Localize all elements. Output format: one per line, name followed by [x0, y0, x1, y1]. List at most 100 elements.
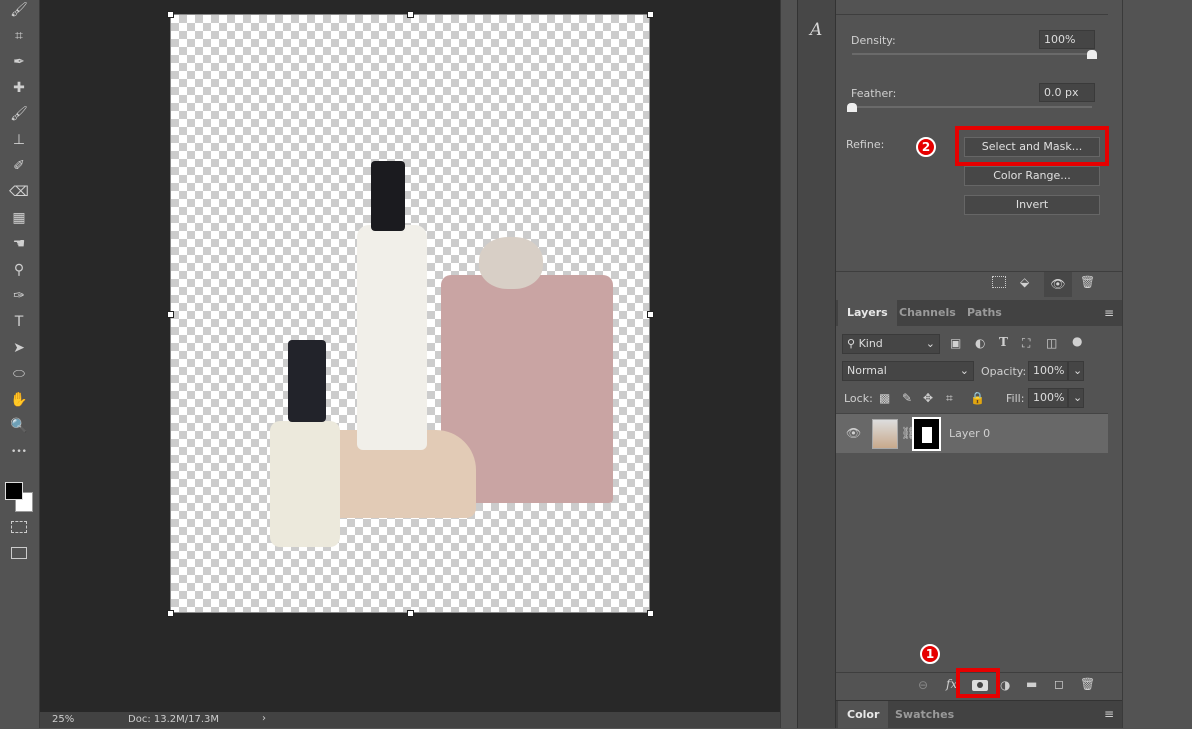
transform-handle[interactable]: [647, 311, 654, 318]
tab-layers[interactable]: Layers: [838, 300, 897, 326]
load-selection-icon[interactable]: [992, 276, 1006, 288]
panel-menu-icon[interactable]: ≡: [1104, 306, 1114, 320]
more-icon[interactable]: •••: [8, 442, 30, 462]
screen-mode-icon[interactable]: [11, 547, 27, 559]
shape-filter-icon[interactable]: ⛶: [1022, 336, 1030, 351]
smart-object-filter-icon[interactable]: ◫: [1046, 336, 1057, 350]
feather-slider-thumb[interactable]: [847, 103, 857, 112]
blend-mode-select[interactable]: Normal ⌄: [842, 361, 974, 381]
step-2-badge: 2: [916, 137, 936, 157]
eye-icon[interactable]: 👁: [1044, 272, 1072, 297]
tall-bottle: [357, 225, 427, 450]
zoom-level[interactable]: 25%: [52, 714, 74, 725]
lock-image-icon[interactable]: ✎: [902, 391, 912, 405]
canvas-area[interactable]: [40, 0, 780, 712]
smudge-icon[interactable]: ☚: [8, 234, 30, 254]
type-filter-icon[interactable]: T: [999, 335, 1008, 349]
highlight-box: [956, 668, 1000, 698]
pen-icon[interactable]: ✑: [8, 286, 30, 306]
tab-swatches[interactable]: Swatches: [886, 701, 963, 729]
transform-handle[interactable]: [647, 610, 654, 617]
layers-panel: Layers Channels Paths ≡ ⚲ Kind ⌄ ▣ ◐ T ⛶ …: [836, 300, 1122, 700]
pixel-filter-icon[interactable]: ▣: [950, 336, 961, 350]
transform-handle[interactable]: [407, 11, 414, 18]
color-panel-tabs: Color Swatches ≡: [836, 700, 1122, 729]
lock-transparent-icon[interactable]: ▩: [879, 391, 890, 405]
lock-artboard-icon[interactable]: ⌗: [946, 391, 953, 406]
highlight-box: [955, 126, 1109, 166]
brush-icon[interactable]: 🖌: [8, 0, 30, 20]
tab-channels[interactable]: Channels: [890, 300, 965, 326]
layer-row[interactable]: 👁 ⛓ Layer 0: [836, 413, 1108, 453]
new-layer-icon[interactable]: ◻: [1054, 677, 1064, 691]
transform-handle[interactable]: [647, 11, 654, 18]
lock-all-icon[interactable]: 🔒: [970, 391, 985, 405]
fill-input[interactable]: 100%: [1028, 388, 1068, 408]
adjustment-filter-icon[interactable]: ◐: [975, 336, 985, 350]
hand-icon[interactable]: ✋: [8, 390, 30, 410]
opacity-dropdown[interactable]: ⌄: [1068, 361, 1084, 381]
eye-icon[interactable]: 👁: [846, 426, 861, 440]
transform-handle[interactable]: [167, 610, 174, 617]
density-slider[interactable]: [852, 53, 1092, 55]
opacity-input[interactable]: 100%: [1028, 361, 1068, 381]
stone: [479, 237, 543, 289]
color-range-button[interactable]: Color Range...: [964, 166, 1100, 186]
trash-icon[interactable]: 🗑: [1080, 677, 1095, 691]
transform-handle[interactable]: [167, 11, 174, 18]
step-1-badge: 1: [920, 644, 940, 664]
lock-label: Lock:: [844, 392, 873, 405]
small-bottle-cap: [288, 340, 326, 422]
layer-name[interactable]: Layer 0: [949, 427, 990, 440]
invert-button[interactable]: Invert: [964, 195, 1100, 215]
crop-icon[interactable]: ⌗: [8, 26, 30, 46]
quick-mask-icon[interactable]: [11, 521, 27, 533]
vertical-scrollbar[interactable]: [780, 0, 797, 728]
eraser-icon[interactable]: ⌫: [8, 182, 30, 202]
document-canvas[interactable]: [167, 11, 654, 617]
history-brush-icon[interactable]: ✐: [8, 156, 30, 176]
tools-panel: 🖌 ⌗ ✒ ✚ 🖌 ⊥ ✐ ⌫ ▦ ☚ ⚲ ✑ T ➤ ⬭ ✋ 🔍 •••: [0, 0, 40, 728]
fill-dropdown[interactable]: ⌄: [1068, 388, 1084, 408]
zoom-icon[interactable]: 🔍: [8, 416, 30, 436]
ellipse-icon[interactable]: ⬭: [8, 364, 30, 384]
dodge-icon[interactable]: ⚲: [8, 260, 30, 280]
feather-label: Feather:: [851, 87, 897, 100]
chevron-down-icon: ⌄: [959, 364, 969, 377]
panel-dock-edge: [1122, 0, 1192, 728]
path-select-icon[interactable]: ➤: [8, 338, 30, 358]
filter-toggle-icon[interactable]: ●: [1072, 334, 1082, 348]
feather-slider[interactable]: [852, 106, 1092, 108]
eyedropper-icon[interactable]: ✒: [8, 52, 30, 72]
healing-icon[interactable]: ✚: [8, 78, 30, 98]
panel-menu-icon[interactable]: ≡: [1104, 707, 1114, 721]
properties-footer: ⬙ 👁 🗑: [836, 271, 1122, 297]
transform-handle[interactable]: [167, 311, 174, 318]
gradient-icon[interactable]: ▦: [8, 208, 30, 228]
tab-color[interactable]: Color: [838, 701, 889, 729]
apply-mask-icon[interactable]: ⬙: [1020, 275, 1029, 289]
feather-input[interactable]: 0.0 px: [1039, 83, 1095, 102]
tab-paths[interactable]: Paths: [958, 300, 1011, 326]
chevron-down-icon: ⌄: [925, 337, 935, 350]
density-slider-thumb[interactable]: [1087, 50, 1097, 59]
filter-kind-select[interactable]: ⚲ Kind ⌄: [842, 334, 940, 354]
refine-label: Refine:: [846, 138, 885, 151]
stamp-icon[interactable]: ⊥: [8, 130, 30, 150]
collapsed-panel-dock: A: [797, 0, 836, 728]
lock-position-icon[interactable]: ✥: [923, 391, 933, 405]
group-folder-icon[interactable]: ▬: [1026, 677, 1037, 691]
density-label: Density:: [851, 34, 896, 47]
transform-handle[interactable]: [407, 610, 414, 617]
brush-icon[interactable]: 🖌: [8, 104, 30, 124]
trash-icon[interactable]: 🗑: [1080, 275, 1095, 289]
layer-mask-thumbnail[interactable]: [912, 417, 941, 451]
status-menu-arrow[interactable]: ›: [262, 713, 266, 724]
link-layers-icon[interactable]: ⊖: [918, 678, 928, 692]
character-panel-icon[interactable]: A: [810, 20, 822, 40]
type-icon[interactable]: T: [8, 312, 30, 332]
adjustment-layer-icon[interactable]: ◑: [1000, 678, 1010, 692]
small-bottle: [270, 421, 340, 547]
foreground-color-swatch[interactable]: [5, 482, 23, 500]
density-input[interactable]: 100%: [1039, 30, 1095, 49]
